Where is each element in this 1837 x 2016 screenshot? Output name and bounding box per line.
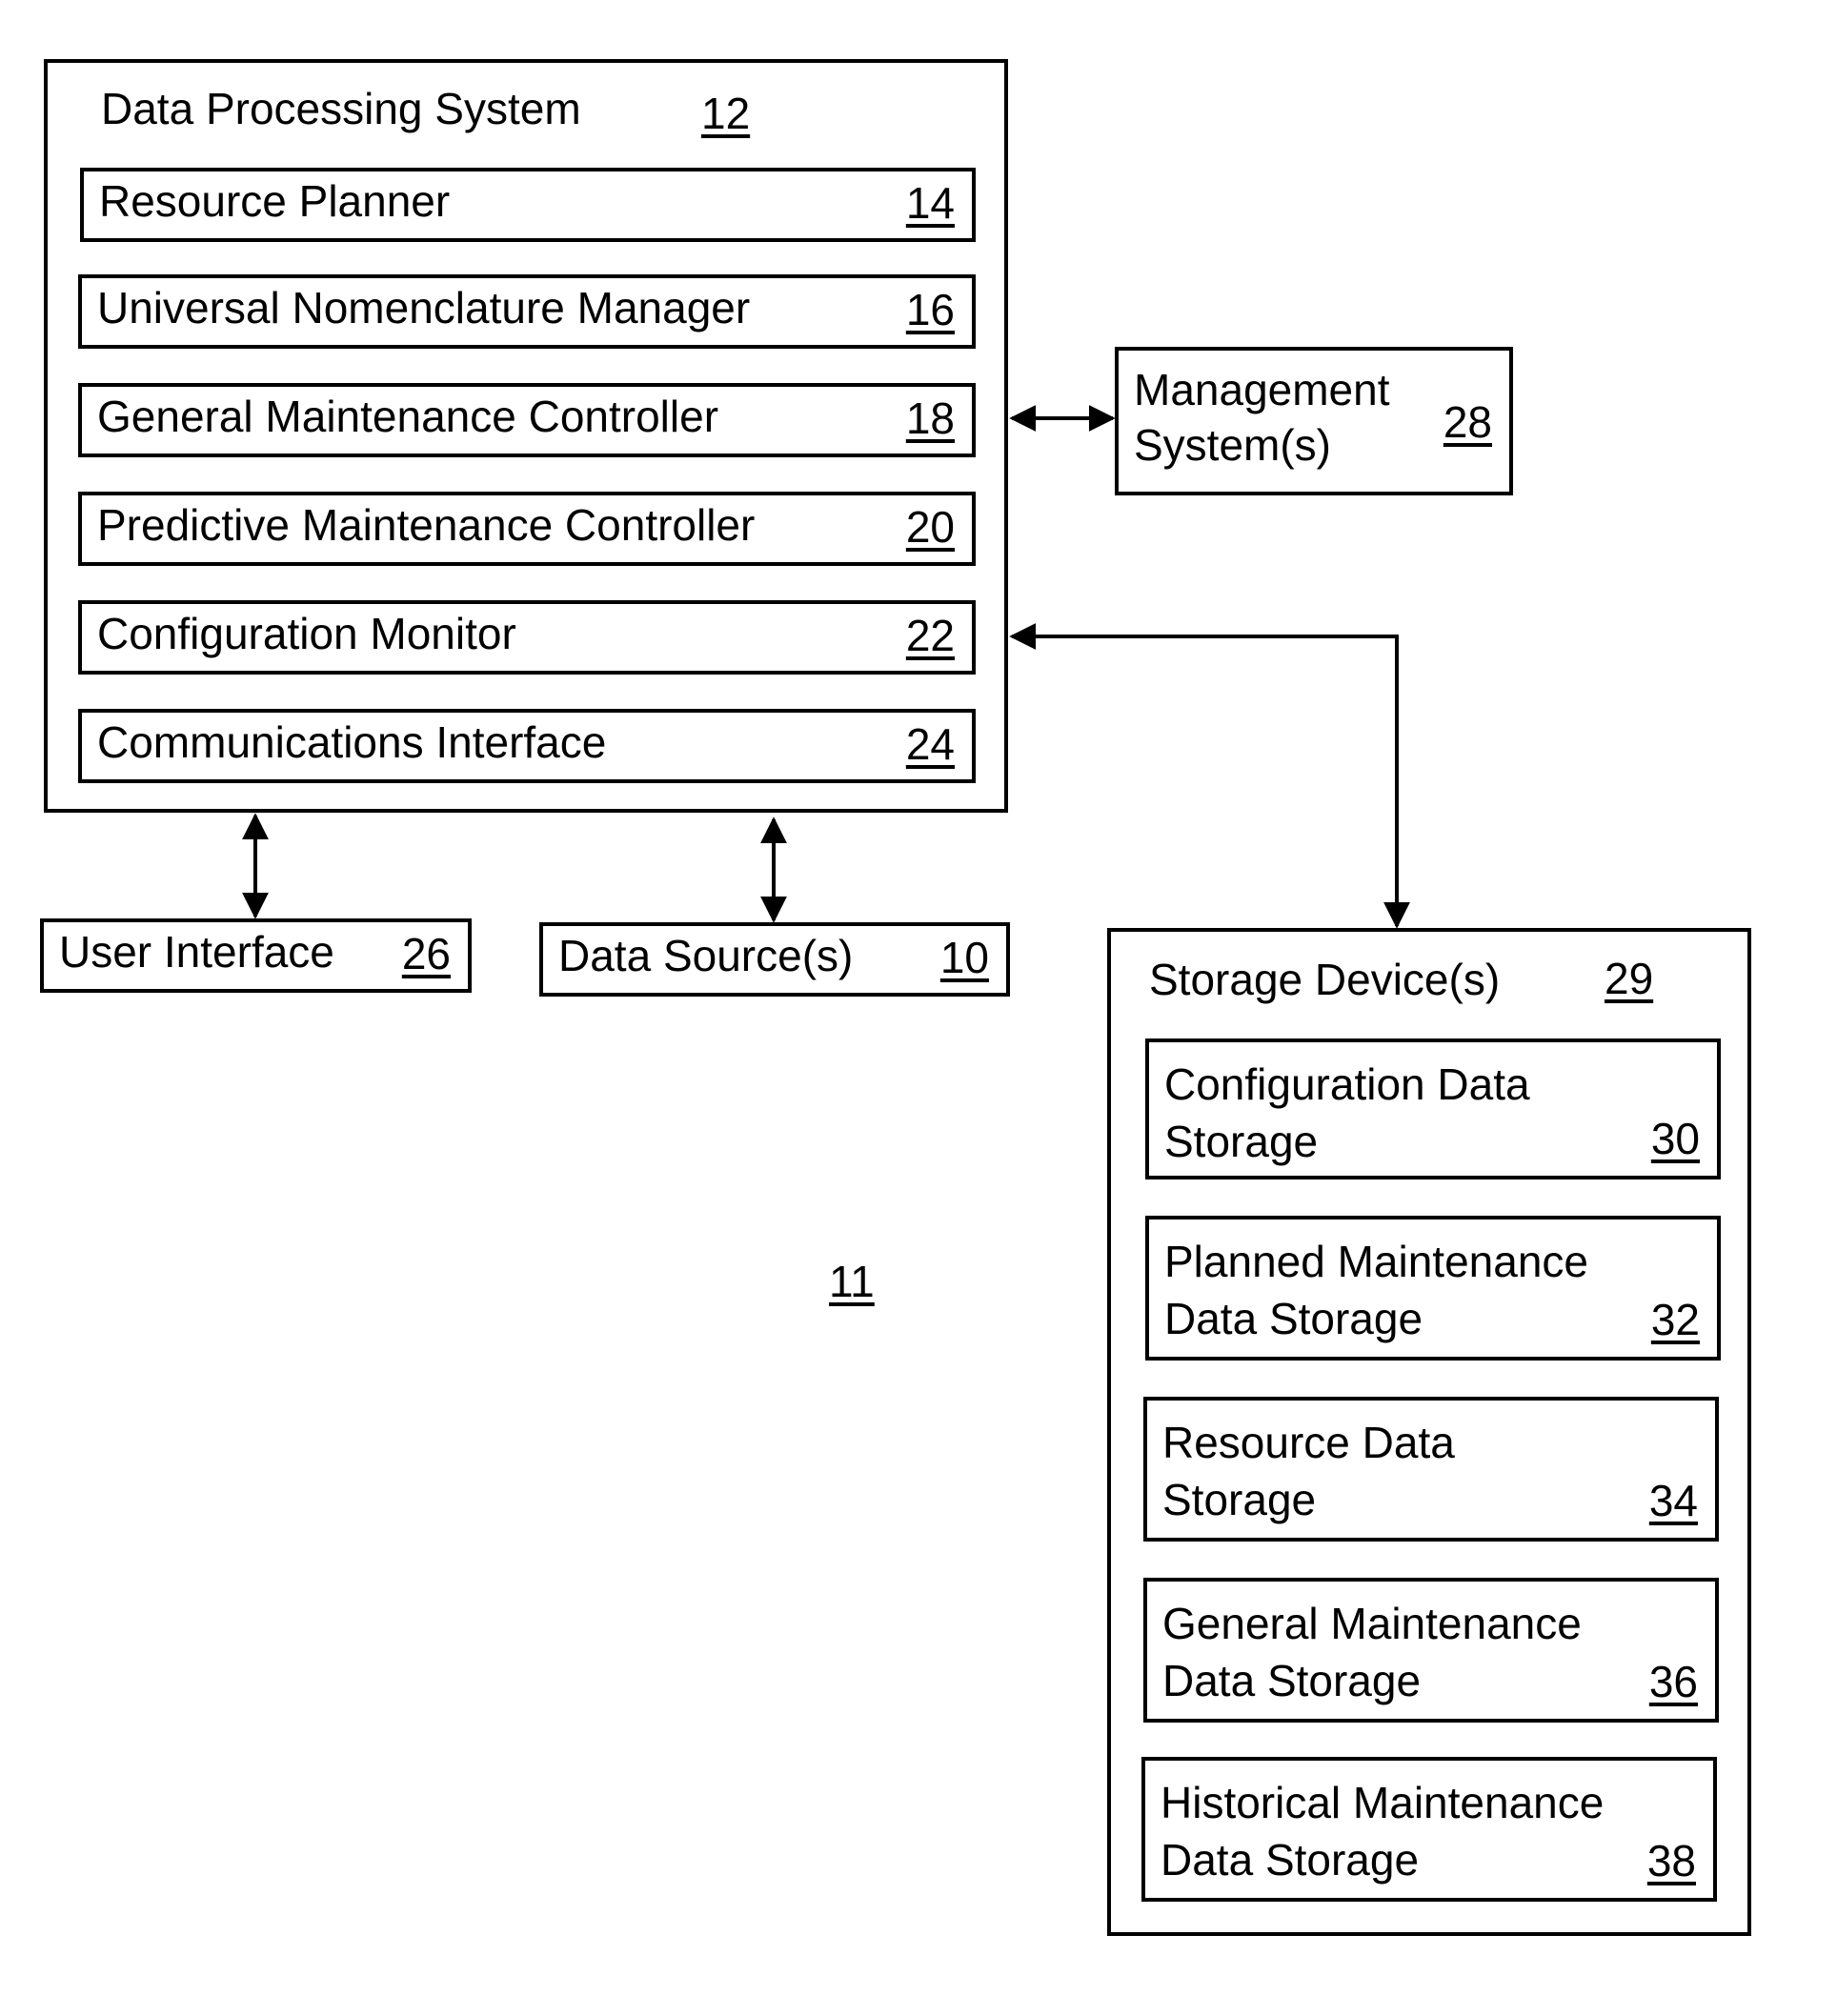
component-ref: 18 <box>905 393 955 443</box>
storage-label: General Maintenance Data Storage <box>1162 1599 1582 1705</box>
storage-devices: Storage Device(s) 29 Configuration Data … <box>1107 928 1751 1936</box>
component-ref: 14 <box>905 178 955 228</box>
storage-general-maintenance-data: General Maintenance Data Storage 36 <box>1143 1578 1719 1723</box>
data-sources: Data Source(s) 10 <box>539 922 1010 997</box>
management-systems: Management System(s) 28 <box>1115 347 1513 495</box>
management-systems-ref: 28 <box>1443 397 1492 447</box>
component-label: Universal Nomenclature Manager <box>97 283 751 333</box>
component-communications-interface: Communications Interface 24 <box>78 709 976 783</box>
storage-ref: 36 <box>1648 1657 1698 1706</box>
component-label: Predictive Maintenance Controller <box>97 500 756 550</box>
user-interface: User Interface 26 <box>40 918 472 993</box>
arrow-dps-storage <box>1009 623 1410 929</box>
component-label: Resource Planner <box>99 176 451 226</box>
dps-title: Data Processing System <box>101 84 581 133</box>
user-interface-ref: 26 <box>401 929 451 978</box>
storage-ref: 30 <box>1650 1114 1700 1163</box>
dps-ref: 12 <box>701 89 751 138</box>
component-ref: 20 <box>905 502 955 552</box>
component-general-maintenance-controller: General Maintenance Controller 18 <box>78 383 976 457</box>
component-ref: 22 <box>905 611 955 660</box>
component-configuration-monitor: Configuration Monitor 22 <box>78 600 976 675</box>
storage-label: Planned Maintenance Data Storage <box>1164 1237 1588 1343</box>
storage-devices-ref: 29 <box>1605 954 1654 1003</box>
figure-ref: 11 <box>829 1257 875 1306</box>
storage-label: Historical Maintenance Data Storage <box>1161 1778 1605 1885</box>
data-processing-system: Data Processing System 12 Resource Plann… <box>44 59 1008 813</box>
data-sources-label: Data Source(s) <box>558 931 854 980</box>
management-systems-label: Management System(s) <box>1134 365 1390 470</box>
storage-planned-maintenance-data: Planned Maintenance Data Storage 32 <box>1145 1216 1721 1361</box>
component-label: Communications Interface <box>97 717 607 767</box>
component-ref: 24 <box>905 719 955 769</box>
storage-ref: 34 <box>1648 1476 1698 1525</box>
storage-resource-data: Resource Data Storage 34 <box>1143 1397 1719 1542</box>
component-predictive-maintenance-controller: Predictive Maintenance Controller 20 <box>78 492 976 566</box>
component-label: Configuration Monitor <box>97 609 516 658</box>
storage-label: Configuration Data Storage <box>1164 1059 1530 1166</box>
storage-devices-title: Storage Device(s) <box>1149 955 1501 1004</box>
component-universal-nomenclature-manager: Universal Nomenclature Manager 16 <box>78 274 976 349</box>
storage-ref: 38 <box>1646 1836 1696 1885</box>
data-sources-ref: 10 <box>939 933 989 982</box>
user-interface-label: User Interface <box>59 927 334 977</box>
component-resource-planner: Resource Planner 14 <box>80 168 976 242</box>
component-ref: 16 <box>905 285 955 334</box>
storage-configuration-data: Configuration Data Storage 30 <box>1145 1038 1721 1179</box>
storage-historical-maintenance-data: Historical Maintenance Data Storage 38 <box>1141 1757 1717 1902</box>
storage-label: Resource Data Storage <box>1162 1418 1455 1524</box>
storage-ref: 32 <box>1650 1295 1700 1344</box>
component-label: General Maintenance Controller <box>97 392 719 441</box>
